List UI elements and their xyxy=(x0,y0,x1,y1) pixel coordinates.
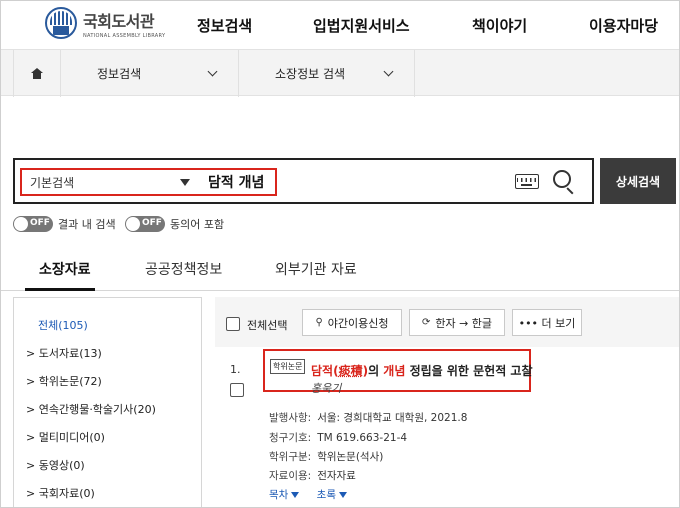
chevron-down-icon xyxy=(207,66,218,77)
facet-books[interactable]: > 도서자료(13) xyxy=(26,345,102,361)
search-icon[interactable] xyxy=(553,170,577,195)
chevron-down-icon xyxy=(383,66,394,77)
toggle-switch[interactable]: OFF xyxy=(125,216,165,232)
select-all-label: 전체선택 xyxy=(247,319,288,332)
dropdown-arrow-icon[interactable] xyxy=(180,179,190,186)
tab-external-materials[interactable]: 외부기관 자료 xyxy=(275,259,357,279)
page: 국회도서관 NATIONAL ASSEMBLY LIBRARY 정보검색 입법지… xyxy=(0,0,680,508)
top-header: 국회도서관 NATIONAL ASSEMBLY LIBRARY 정보검색 입법지… xyxy=(1,1,679,49)
facet-all[interactable]: 전체(105) xyxy=(38,317,88,333)
search-mode-and-query[interactable]: 기본검색 담적 개념 xyxy=(20,168,277,196)
home-icon xyxy=(31,68,43,79)
gnb-info-search[interactable]: 정보검색 xyxy=(197,15,252,36)
location-select-level2[interactable]: 소장정보 검색 xyxy=(239,50,415,97)
location-level2-label: 소장정보 검색 xyxy=(275,67,346,81)
gnb-user-plaza[interactable]: 이용자마당 xyxy=(589,15,658,36)
hanja-convert-button[interactable]: ⟳ 한자 → 한글 xyxy=(409,309,505,336)
location-select-level1[interactable]: 정보검색 xyxy=(61,50,239,97)
toc-link[interactable]: 목차 xyxy=(269,489,300,501)
facet-theses[interactable]: > 학위논문(72) xyxy=(26,373,102,389)
facet-video[interactable]: > 동영상(0) xyxy=(26,457,85,473)
meta-degree: 학위구분: 학위논문(석사) xyxy=(269,451,384,463)
meta-publication: 발행사항: 서울: 경희대학교 대학원, 2021.8 xyxy=(269,412,468,424)
search-mode-select[interactable]: 기본검색 xyxy=(30,174,74,191)
title-highlight-hanja: 痰積 xyxy=(338,364,363,378)
results-panel: 전체선택 ⚲ 야간이용신청 ⟳ 한자 → 한글 ••• 더 보기 1. 학위논문… xyxy=(215,297,679,507)
within-results-toggle[interactable]: OFF 결과 내 검색 xyxy=(13,216,116,232)
facet-sidebar: 전체(105) > 도서자료(13) > 학위논문(72) > 연속간행물·학술… xyxy=(13,297,202,507)
title-highlight: 개념 xyxy=(383,364,406,378)
meta-call-number: 청구기호: TM 619.663-21-4 xyxy=(269,432,408,444)
title-highlight: 담적( xyxy=(311,364,339,378)
site-logo[interactable]: 국회도서관 NATIONAL ASSEMBLY LIBRARY xyxy=(45,7,165,39)
toggle-state: OFF xyxy=(30,218,50,228)
active-tab-indicator xyxy=(25,288,95,291)
gnb-legislative-support[interactable]: 입법지원서비스 xyxy=(313,15,410,36)
caret-down-icon xyxy=(339,492,347,498)
facet-assembly-materials[interactable]: > 국회자료(0) xyxy=(26,485,95,501)
virtual-keyboard-icon[interactable] xyxy=(515,174,539,189)
search-box: 기본검색 담적 개념 xyxy=(13,158,594,204)
result-tabs: 소장자료 공공정책정보 외부기관 자료 xyxy=(1,249,679,291)
meta-availability: 자료이용: 전자자료 xyxy=(269,470,356,482)
abstract-link[interactable]: 초록 xyxy=(317,489,347,501)
more-view-button[interactable]: ••• 더 보기 xyxy=(512,309,582,336)
results-toolbar: 전체선택 ⚲ 야간이용신청 ⟳ 한자 → 한글 ••• 더 보기 xyxy=(215,297,679,347)
location-bar: 정보검색 소장정보 검색 xyxy=(1,49,679,97)
convert-icon: ⟳ xyxy=(421,317,431,328)
title-text: 정립을 위한 문헌적 고찰 xyxy=(405,364,533,378)
advanced-search-button[interactable]: 상세검색 xyxy=(600,158,676,204)
result-author[interactable]: 홍욱기 xyxy=(311,380,341,396)
home-button[interactable] xyxy=(13,50,61,97)
logo-english-text: NATIONAL ASSEMBLY LIBRARY xyxy=(83,32,166,39)
location-level1-label: 정보검색 xyxy=(97,67,142,81)
facet-multimedia[interactable]: > 멀티미디어(0) xyxy=(26,429,105,445)
search-input[interactable]: 담적 개념 xyxy=(208,172,264,192)
night-use-label: 야간이용신청 xyxy=(327,316,389,330)
result-checkbox[interactable] xyxy=(230,383,244,397)
title-text: 의 xyxy=(368,364,384,378)
result-number: 1. xyxy=(230,363,241,376)
toggle-switch[interactable]: OFF xyxy=(13,216,53,232)
synonym-label: 동의어 포함 xyxy=(170,218,225,231)
tab-public-policy[interactable]: 공공정책정보 xyxy=(145,259,222,279)
logo-korean-text: 국회도서관 xyxy=(83,11,155,31)
select-all-checkbox[interactable] xyxy=(226,317,240,331)
toggle-state: OFF xyxy=(142,218,162,228)
result-title-link[interactable]: 담적(痰積)의 개념 정립을 위한 문헌적 고찰 xyxy=(311,362,533,379)
night-use-button[interactable]: ⚲ 야간이용신청 xyxy=(302,309,402,336)
material-type-badge: 학위논문 xyxy=(270,359,306,374)
synonym-toggle[interactable]: OFF 동의어 포함 xyxy=(125,216,224,232)
facet-serials-articles[interactable]: > 연속간행물·학술기사(20) xyxy=(26,401,156,417)
tab-holdings[interactable]: 소장자료 xyxy=(39,259,91,279)
lamp-icon: ⚲ xyxy=(315,317,323,328)
gnb-book-stories[interactable]: 책이야기 xyxy=(472,15,527,36)
result-detail-links: 목차 초록 xyxy=(269,487,347,502)
hanja-convert-label: 한자 → 한글 xyxy=(435,316,493,330)
library-emblem-icon xyxy=(45,7,77,39)
caret-down-icon xyxy=(291,492,300,498)
within-results-label: 결과 내 검색 xyxy=(58,218,116,231)
